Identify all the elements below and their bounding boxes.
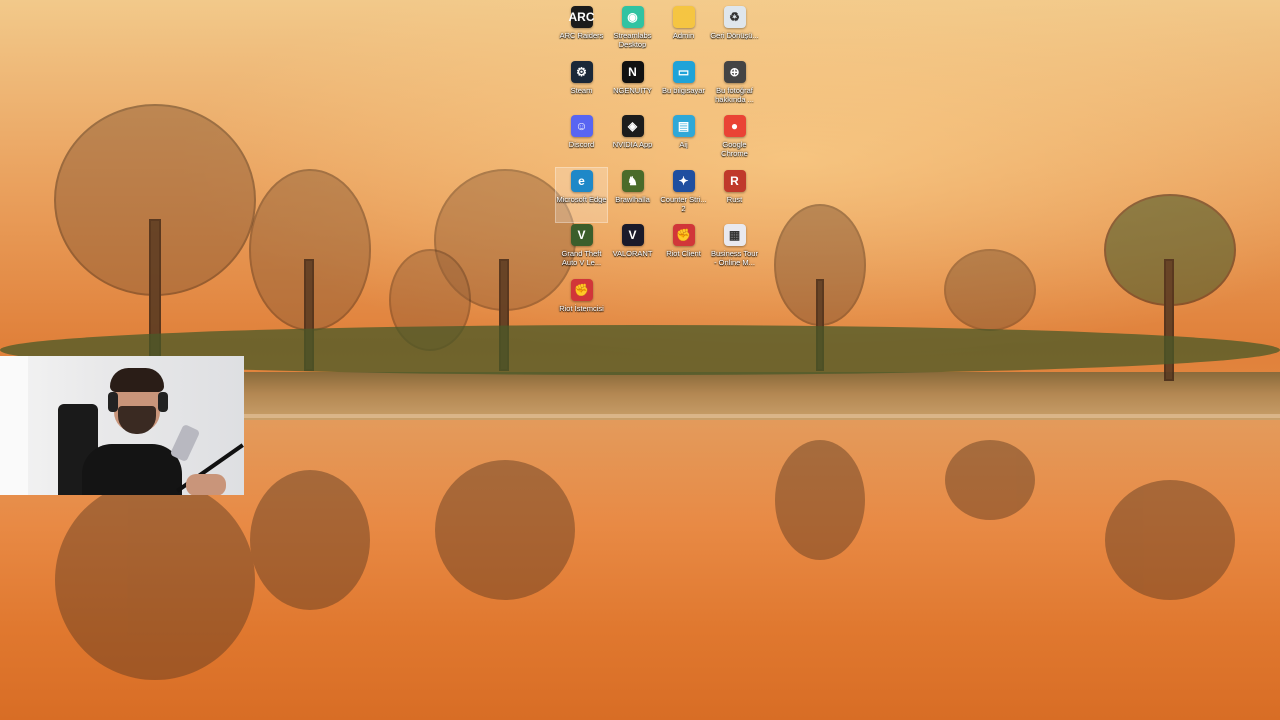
webcam-person-beard xyxy=(118,406,156,434)
desktop-shortcut[interactable]: Admin xyxy=(658,4,709,59)
counter-strike-icon: ✦ xyxy=(672,169,695,192)
desktop-shortcut[interactable]: ♞ Brawlhalla xyxy=(607,168,658,223)
desktop-shortcut-label: Grand Theft Auto V Le... xyxy=(561,249,602,267)
desktop-shortcut[interactable]: ✊ Riot İstemcisi xyxy=(556,277,607,332)
edge-icon: e xyxy=(570,169,593,192)
webcam-person-hair xyxy=(110,368,164,392)
webcam-person-body xyxy=(82,444,182,495)
ngenuity-icon: N xyxy=(621,60,644,83)
arc-raiders-icon: ARC xyxy=(569,6,595,28)
app-icon: ▤ xyxy=(672,115,695,137)
desktop-shortcut[interactable]: ● Google Chrome xyxy=(709,113,760,168)
desktop-shortcut-label: Riot İstemcisi xyxy=(559,303,604,313)
chrome-icon: ● xyxy=(723,115,746,137)
desktop-shortcut-label: Business Tour - Online M... xyxy=(711,249,758,267)
desktop-shortcut[interactable]: V VALORANT xyxy=(607,222,658,277)
desktop-shortcut[interactable]: ✦ Counter Stri... 2 xyxy=(658,168,709,223)
desktop-shortcut[interactable]: ▭ Bu bilgisayar xyxy=(658,59,709,114)
desktop-shortcut[interactable]: N NGENUITY xyxy=(607,59,658,114)
webcam-overlay xyxy=(0,356,244,495)
desktop-shortcut[interactable]: ☺ Discord xyxy=(556,113,607,168)
desktop-shortcut[interactable]: ⊕ Bu fotoğraf hakkında ... xyxy=(709,59,760,114)
desktop-shortcut[interactable]: e Microsoft Edge xyxy=(555,166,608,223)
desktop-icon-grid: ARC ARC Raiders ◉ Streamlabs Desktop Admin ♻ G… xyxy=(555,4,768,324)
desktop-shortcut[interactable]: ▦ Business Tour - Online M... xyxy=(709,222,760,277)
desktop-shortcut[interactable]: ✊ Riot Client xyxy=(658,222,709,277)
desktop-shortcut-label: Google Chrome xyxy=(721,140,748,158)
desktop-shortcut-label: Bu bilgisayar xyxy=(662,85,705,95)
desktop-shortcut-label: Aij xyxy=(679,140,688,149)
desktop-shortcut-label: VALORANT xyxy=(612,249,653,258)
desktop-shortcut[interactable]: ♻ Geri Dönüşü... xyxy=(709,4,760,59)
desktop-shortcut-label: Discord xyxy=(568,140,595,149)
desktop-shortcut-label: Bu fotoğraf hakkında ... xyxy=(715,85,754,104)
desktop-shortcut-label: Geri Dönüşü... xyxy=(710,31,759,40)
business-tour-icon: ▦ xyxy=(723,224,746,246)
rust-icon: R xyxy=(723,169,746,192)
desktop-shortcut[interactable]: R Rust xyxy=(709,168,760,223)
photo-info-icon: ⊕ xyxy=(723,60,746,83)
webcam-wall xyxy=(0,356,28,495)
headset-icon xyxy=(158,392,168,412)
streamlabs-icon: ◉ xyxy=(621,6,644,28)
riot-client-icon: ✊ xyxy=(570,278,593,301)
desktop-shortcut-label: Riot Client xyxy=(666,249,701,258)
desktop-shortcut[interactable]: V Grand Theft Auto V Le... xyxy=(556,222,607,277)
desktop-shortcut-label: Admin xyxy=(672,31,695,40)
recycle-bin-icon: ♻ xyxy=(723,6,746,28)
desktop-shortcut[interactable]: ▤ Aij xyxy=(658,113,709,168)
brawlhalla-icon: ♞ xyxy=(621,169,644,192)
desktop-shortcut-label: Brawlhalla xyxy=(615,194,650,204)
desktop-shortcut-label: Counter Stri... 2 xyxy=(660,194,707,213)
desktop-shortcut-label: ARC Raiders xyxy=(559,31,604,40)
this-pc-icon: ▭ xyxy=(672,60,695,83)
desktop-shortcut[interactable]: ◈ NVIDIA App xyxy=(607,113,658,168)
steam-icon: ⚙ xyxy=(570,60,593,83)
riot-client-icon: ✊ xyxy=(672,224,695,246)
gta-icon: V xyxy=(570,224,593,246)
valorant-icon: V xyxy=(621,224,644,246)
desktop-shortcut-label: Steam xyxy=(570,85,593,95)
desktop-shortcut-label: NVIDIA App xyxy=(612,140,653,149)
desktop-shortcut[interactable]: ⚙ Steam xyxy=(556,59,607,114)
desktop-shortcut-label: Rust xyxy=(726,194,743,204)
desktop-shortcut[interactable]: ◉ Streamlabs Desktop xyxy=(607,4,658,59)
desktop-shortcut-label: Streamlabs Desktop xyxy=(613,31,652,49)
folder-icon xyxy=(672,6,695,28)
nvidia-icon: ◈ xyxy=(621,115,644,137)
desktop-shortcut-label: Microsoft Edge xyxy=(556,194,607,204)
desktop-shortcut[interactable]: ARC ARC Raiders xyxy=(556,4,607,59)
desktop-shortcut-label: NGENUITY xyxy=(613,85,652,95)
microphone-icon xyxy=(169,423,201,463)
discord-icon: ☺ xyxy=(570,115,593,137)
headset-icon xyxy=(108,392,118,412)
webcam-person-hand xyxy=(186,474,226,495)
